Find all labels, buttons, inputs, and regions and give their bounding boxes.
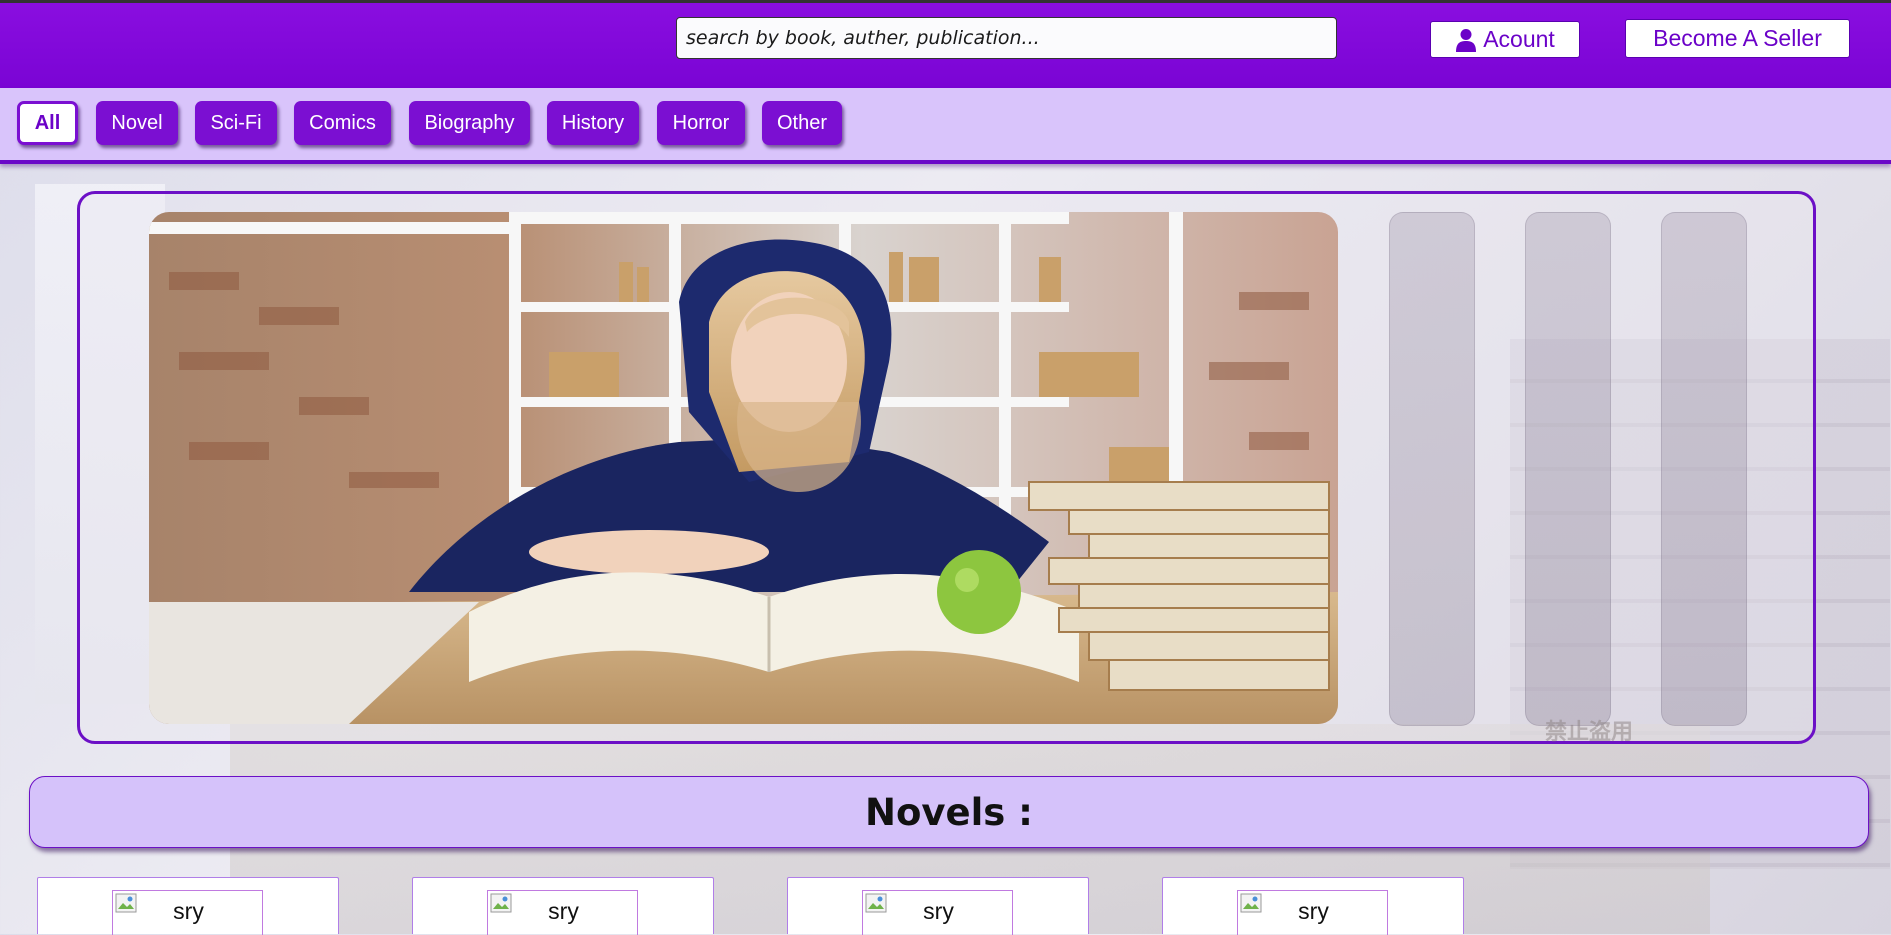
category-comics[interactable]: Comics bbox=[294, 101, 391, 145]
background-watermark: 禁止盗用 bbox=[1545, 720, 1634, 745]
become-seller-button[interactable]: Become A Seller bbox=[1625, 19, 1850, 58]
search-input[interactable] bbox=[676, 17, 1337, 59]
account-label: Acount bbox=[1483, 26, 1555, 52]
category-history[interactable]: History bbox=[547, 101, 639, 145]
book-card[interactable]: sry bbox=[787, 877, 1089, 935]
category-other[interactable]: Other bbox=[762, 101, 842, 145]
section-title: Novels : bbox=[865, 790, 1033, 834]
account-button[interactable]: Acount bbox=[1430, 21, 1580, 58]
carousel-slide-4[interactable] bbox=[1661, 212, 1747, 726]
category-all[interactable]: All bbox=[17, 101, 78, 145]
category-biography[interactable]: Biography bbox=[409, 101, 530, 145]
carousel-slide-active[interactable] bbox=[149, 212, 1338, 724]
category-bar: All Novel Sci-Fi Comics Biography Histor… bbox=[0, 88, 1891, 164]
book-card[interactable]: sry bbox=[412, 877, 714, 935]
book-cover-image[interactable]: sry bbox=[112, 890, 263, 935]
category-horror[interactable]: Horror bbox=[657, 101, 745, 145]
book-cover-image[interactable]: sry bbox=[487, 890, 638, 935]
carousel-slide-3[interactable] bbox=[1525, 212, 1611, 726]
carousel-slide-2[interactable] bbox=[1389, 212, 1475, 726]
category-novel[interactable]: Novel bbox=[96, 101, 178, 145]
top-header: Acount Become A Seller bbox=[0, 3, 1891, 88]
book-cover-alt-text: sry bbox=[1298, 898, 1329, 924]
book-cover-image[interactable]: sry bbox=[1237, 890, 1388, 935]
book-cover-alt-text: sry bbox=[548, 898, 579, 924]
seller-label: Become A Seller bbox=[1653, 25, 1822, 51]
girl-reading-image bbox=[149, 212, 1338, 724]
book-cover-alt-text: sry bbox=[923, 898, 954, 924]
book-cover-image[interactable]: sry bbox=[862, 890, 1013, 935]
book-cover-alt-text: sry bbox=[173, 898, 204, 924]
novels-section-header: Novels : bbox=[29, 776, 1869, 848]
book-card[interactable]: sry bbox=[1162, 877, 1464, 935]
category-sci-fi[interactable]: Sci-Fi bbox=[195, 101, 277, 145]
book-card[interactable]: sry bbox=[37, 877, 339, 935]
user-icon bbox=[1456, 28, 1477, 52]
